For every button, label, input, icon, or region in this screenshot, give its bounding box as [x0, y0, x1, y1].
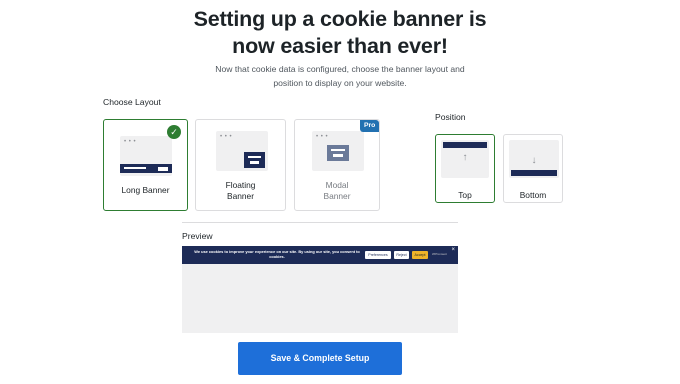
pro-badge: Pro — [360, 120, 380, 132]
position-top-thumbnail: ↑ — [441, 140, 489, 178]
top-bar-icon — [443, 142, 487, 148]
preview-accept-button[interactable]: Accept — [412, 251, 428, 259]
arrow-up-icon: ↑ — [462, 152, 468, 163]
window-dots-icon: • • • — [316, 134, 329, 140]
long-banner-label: Long Banner — [121, 185, 170, 195]
choose-layout-label: Choose Layout — [103, 97, 161, 107]
bottom-bar-icon — [511, 170, 557, 176]
save-complete-setup-button[interactable]: Save & Complete Setup — [238, 342, 402, 375]
modal-banner-label-line1: Modal — [325, 180, 349, 190]
modal-banner-label: Modal Banner — [295, 180, 379, 201]
position-bottom-thumbnail: ↓ — [509, 140, 559, 178]
position-option-top[interactable]: ↑ Top — [435, 134, 495, 203]
floating-banner-box-icon — [244, 152, 265, 168]
position-label: Position — [435, 112, 466, 122]
page-subtitle: Now that cookie data is configured, choo… — [170, 62, 510, 90]
selected-check-icon: ✓ — [167, 125, 181, 139]
preview-reject-button[interactable]: Reject — [394, 251, 409, 259]
long-banner-thumbnail: • • • — [120, 136, 172, 176]
floating-banner-label: Floating Banner — [196, 180, 285, 201]
layout-option-floating-banner[interactable]: • • • Floating Banner — [195, 119, 286, 211]
modal-banner-thumbnail: • • • — [312, 131, 364, 171]
floating-banner-thumbnail: • • • — [216, 131, 268, 171]
preview-brand-logo: WPConsent — [432, 252, 447, 256]
preview-pane: We use cookies to improve your experienc… — [182, 246, 458, 333]
section-divider — [182, 222, 458, 223]
position-bottom-label: Bottom — [519, 190, 547, 200]
page-title-line2: now easier than ever! — [232, 34, 448, 58]
subtitle-line1: Now that cookie data is configured, choo… — [215, 64, 465, 74]
subtitle-line2: position to display on your website. — [273, 78, 407, 88]
preview-preferences-button[interactable]: Preferences — [365, 251, 391, 259]
preview-cookie-banner: We use cookies to improve your experienc… — [182, 246, 458, 264]
position-option-bottom[interactable]: ↓ Bottom — [503, 134, 563, 203]
preview-close-icon[interactable]: × — [451, 247, 455, 253]
floating-banner-label-line1: Floating — [225, 180, 256, 190]
floating-banner-label-line2: Banner — [226, 190, 254, 201]
page-title-line1: Setting up a cookie banner is — [193, 7, 487, 31]
preview-label: Preview — [182, 231, 213, 241]
page-title: Setting up a cookie banner is now easier… — [0, 6, 680, 60]
preview-banner-text: We use cookies to improve your experienc… — [192, 249, 362, 259]
window-dots-icon: • • • — [124, 139, 137, 145]
layout-option-modal-banner[interactable]: • • • Modal Banner — [294, 119, 380, 211]
preview-banner-text-line2: cookies. — [269, 254, 285, 259]
long-banner-bar-icon — [120, 164, 172, 173]
window-dots-icon: • • • — [220, 134, 233, 140]
modal-banner-box-icon — [327, 145, 349, 161]
arrow-down-icon: ↓ — [531, 155, 537, 166]
modal-banner-label-line2: Banner — [323, 190, 351, 201]
position-top-label: Top — [458, 190, 472, 200]
